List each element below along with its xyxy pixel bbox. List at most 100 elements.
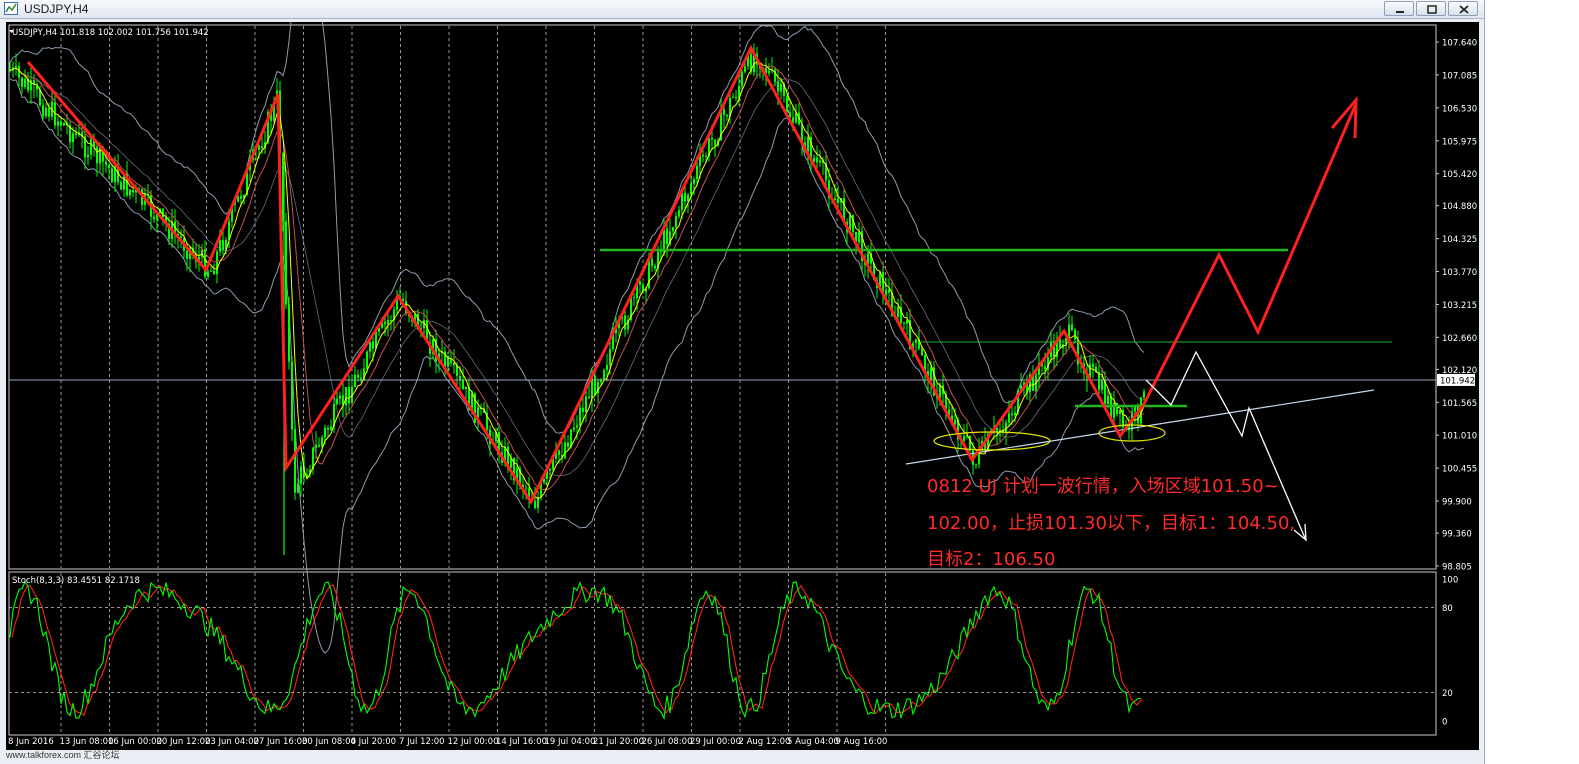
candle-body (813, 157, 815, 162)
maximize-button[interactable] (1416, 1, 1446, 16)
candle-body (780, 84, 782, 92)
candle-body (567, 442, 569, 447)
candle-body (726, 114, 728, 117)
candle-body (702, 154, 704, 157)
candle-body (1005, 422, 1007, 432)
candle-body (582, 407, 584, 412)
candle-body (354, 374, 356, 387)
candle-body (339, 395, 341, 399)
candle-body (963, 436, 965, 441)
candle-body (594, 376, 596, 394)
zigzag-line (26, 44, 1146, 506)
candle-body (366, 351, 368, 369)
minimize-icon (1396, 11, 1404, 13)
candle-body (807, 137, 809, 152)
time-label: 14 Jul 16:00 (496, 737, 547, 747)
candle-body (48, 107, 50, 117)
stoch-level-label: 100 (1442, 576, 1458, 586)
candle-body (588, 396, 590, 399)
price-tick-label: 99.360 (1442, 530, 1472, 540)
stoch-level-label: 80 (1442, 604, 1453, 614)
candle-body (1107, 395, 1109, 404)
candle-body (693, 179, 695, 184)
candle-body (129, 189, 131, 196)
price-tick-label: 98.805 (1442, 563, 1472, 573)
current-price-label: 101.942 (1440, 376, 1475, 386)
candle-body (603, 370, 605, 380)
time-label: 23 Jun 04:00 (205, 737, 259, 747)
price-tick-label: 104.880 (1442, 202, 1477, 212)
candle-body (660, 251, 662, 253)
candle-body (639, 281, 641, 285)
candle-body (345, 387, 347, 406)
chart-canvas[interactable]: 107.640 107.085 106.530 105.975 105.420 104.8… (6, 0, 1479, 750)
candle-body (786, 95, 788, 113)
candle-body (21, 77, 23, 87)
candle-body (576, 425, 578, 428)
candle-body (42, 105, 44, 117)
candle-body (930, 367, 932, 381)
chart-area[interactable]: 107.640 107.085 106.530 105.975 105.420 104.8… (6, 0, 1479, 750)
candle-body (153, 216, 155, 220)
candle-body (690, 183, 692, 195)
candle-body (324, 427, 326, 438)
candle-body (732, 96, 734, 98)
stoch-header: Stoch(8,3,3) 83.4551 82.1718 (12, 576, 140, 586)
candle-body (300, 466, 302, 484)
price-axis: 107.640 107.085 106.530 105.975 105.420 104.8… (1436, 39, 1477, 573)
stoch-chart-frame (8, 571, 1437, 736)
candle-body (321, 437, 323, 447)
candle-body (87, 154, 89, 158)
time-label: 29 Jul 00:00 (690, 737, 741, 747)
candle-body (387, 320, 389, 325)
candle-body (1101, 379, 1103, 390)
candle-body (57, 121, 59, 126)
candle-body (921, 348, 923, 356)
window-title: USDJPY,H4 (24, 2, 89, 16)
level-lines (9, 248, 1436, 465)
candle-body (207, 271, 209, 277)
candle-body (558, 450, 560, 456)
time-label: 4 Jul 20:00 (351, 737, 397, 747)
annotation-line-1: 0812 UJ 计划一波行情，入场区域101.50~ (927, 476, 1279, 497)
candle-body (675, 216, 677, 228)
candle-body (327, 427, 329, 430)
candle-body (108, 164, 110, 169)
candle-body (714, 139, 716, 146)
candle-body (72, 133, 74, 143)
time-label: 19 Jul 04:00 (545, 737, 596, 747)
candle-body (384, 321, 386, 325)
terminal-window: USDJPY,H4 107.640 107.085 106.530 105.975 10… (0, 0, 1485, 764)
close-button[interactable] (1448, 1, 1478, 16)
candle-body (111, 168, 113, 183)
candle-body (1071, 324, 1073, 330)
bollinger-upper (9, 0, 1145, 434)
minimize-button[interactable] (1384, 1, 1414, 16)
candle-body (915, 339, 917, 344)
close-icon (1459, 5, 1469, 14)
price-tick-label: 103.215 (1442, 301, 1477, 311)
price-tick-label: 100.455 (1442, 465, 1477, 475)
candle-body (888, 289, 890, 293)
candle-body (834, 198, 836, 201)
candle-body (1011, 413, 1013, 416)
bollinger-mid (9, 67, 1145, 477)
candle-body (711, 138, 713, 140)
candle-body (261, 145, 263, 149)
candle-body (579, 407, 581, 426)
price-tick-label: 104.325 (1442, 235, 1477, 245)
candle-body (768, 70, 770, 74)
candle-body (105, 161, 107, 165)
candle-body (216, 251, 218, 275)
candle-body (633, 297, 635, 299)
candle-body (240, 195, 242, 199)
candle-body (684, 192, 686, 202)
candle-body (609, 349, 611, 366)
candle-body (372, 341, 374, 349)
price-tick-label: 105.420 (1442, 170, 1477, 180)
candle-body (462, 380, 464, 389)
candle-body (1014, 412, 1016, 416)
time-label: 5 Aug 04:00 (787, 737, 839, 747)
candle-body (885, 289, 887, 295)
price-tick-label: 103.770 (1442, 268, 1477, 278)
